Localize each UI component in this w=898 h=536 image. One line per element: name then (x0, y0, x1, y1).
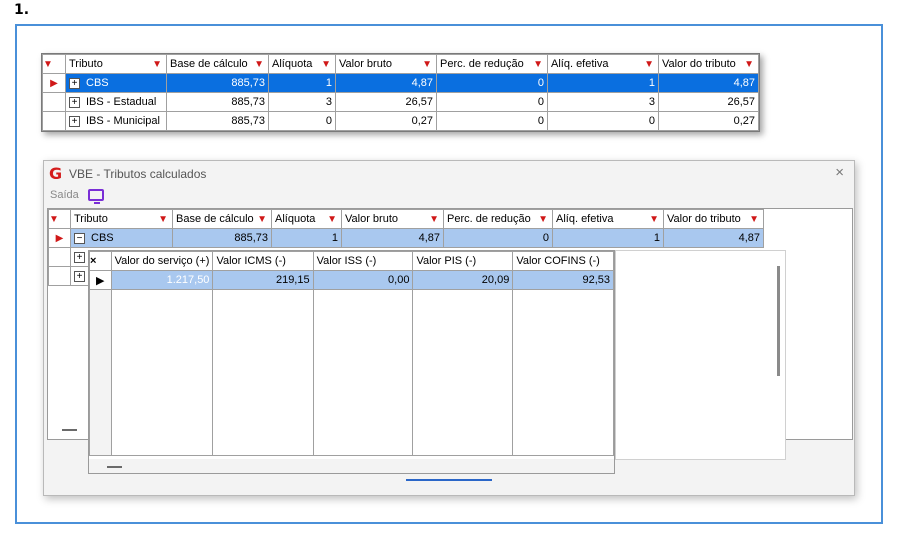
col-header-valor-bruto[interactable]: Valor bruto ▼ (335, 54, 437, 74)
close-icon[interactable]: × (835, 164, 844, 181)
row-indicator[interactable]: ▶ (42, 73, 66, 93)
expand-icon[interactable]: + (69, 96, 80, 108)
col-header-valor-servico[interactable]: Valor do serviço (+) (110, 251, 214, 271)
col-header-valor-pis[interactable]: Valor PIS (-) (412, 251, 514, 271)
right-panel (615, 250, 786, 460)
col-header-valor-iss[interactable]: Valor ISS (-) (312, 251, 414, 271)
table-row[interactable]: + IBS - Estadual 885,73 3 26,57 0 3 26,57 (42, 92, 759, 112)
detail-close-icon[interactable]: × (89, 251, 112, 271)
col-header-tributo[interactable]: Tributo ▼ (65, 54, 167, 74)
row-indicator[interactable] (42, 92, 66, 112)
bottom-tab-indicator[interactable] (406, 478, 492, 481)
top-grid: ▼ Tributo ▼ Base de cálculo ▼ Alíquota ▼ Va… (41, 53, 760, 132)
triangle-right-icon: ▶ (96, 274, 105, 287)
collapse-icon[interactable]: − (74, 232, 85, 244)
col-header-valor-bruto[interactable]: Valor bruto ▼ (341, 209, 444, 229)
row-indicator[interactable] (48, 247, 71, 267)
filter-icon[interactable]: ▼ (327, 214, 337, 225)
filter-icon[interactable]: ▼ (749, 214, 759, 225)
triangle-right-icon: ▶ (50, 78, 58, 89)
filter-icon[interactable]: ▼ (254, 59, 264, 70)
col-header-perc-reducao[interactable]: Perc. de redução ▼ (436, 54, 548, 74)
col-header-valor-tributo[interactable]: Valor do tributo ▼ (658, 54, 759, 74)
table-row[interactable]: ▶ + CBS 885,73 1 4,87 0 1 4,87 (42, 73, 759, 93)
col-header-base[interactable]: Base de cálculo ▼ (166, 54, 269, 74)
row-indicator[interactable]: ▶ (48, 228, 71, 248)
vertical-scrollbar[interactable] (777, 266, 780, 376)
row-indicator[interactable] (42, 111, 66, 131)
col-header-tributo[interactable]: Tributo ▼ (70, 209, 173, 229)
expand-icon[interactable]: + (69, 115, 80, 127)
expand-icon[interactable]: + (74, 251, 85, 263)
col-header-aliq-efetiva[interactable]: Alíq. efetiva ▼ (547, 54, 659, 74)
col-header-valor-tributo[interactable]: Valor do tributo ▼ (663, 209, 764, 229)
col-header-aliquota[interactable]: Alíquota ▼ (268, 54, 336, 74)
expand-icon[interactable]: + (74, 270, 85, 282)
header-indicator[interactable]: ▼ (48, 209, 71, 229)
col-header-valor-icms[interactable]: Valor ICMS (-) (212, 251, 314, 271)
filter-icon[interactable]: ▼ (538, 214, 548, 225)
step-label: 1. (14, 2, 30, 18)
app-logo-icon: G (49, 164, 63, 183)
filter-icon[interactable]: ▼ (422, 59, 432, 70)
filter-icon[interactable]: ▼ (533, 59, 543, 70)
filter-icon[interactable]: ▼ (152, 59, 162, 70)
expand-icon[interactable]: + (69, 77, 80, 89)
table-row[interactable]: ▶ − CBS 885,73 1 4,87 0 1 4,87 (48, 228, 764, 248)
filter-icon[interactable]: ▼ (257, 214, 267, 225)
detail-footer-minus (107, 466, 122, 468)
header-indicator[interactable]: ▼ (42, 54, 66, 74)
col-header-base[interactable]: Base de cálculo ▼ (172, 209, 272, 229)
menu-bar: Saída (44, 186, 854, 206)
triangle-right-icon: ▶ (55, 233, 64, 244)
menu-saida[interactable]: Saída (50, 189, 79, 201)
col-header-aliq-efetiva[interactable]: Alíq. efetiva ▼ (552, 209, 664, 229)
window-title: VBE - Tributos calculados (69, 167, 207, 181)
sort-down-icon: ▼ (49, 214, 59, 225)
filter-icon[interactable]: ▼ (744, 59, 754, 70)
detail-row[interactable]: ▶ 1.217,50 219,15 0,00 20,09 92,53 (89, 270, 614, 290)
row-indicator[interactable] (48, 266, 71, 286)
filter-icon[interactable]: ▼ (644, 59, 654, 70)
sort-down-icon: ▼ (43, 59, 53, 70)
title-bar: G VBE - Tributos calculados × (44, 161, 854, 185)
filter-icon[interactable]: ▼ (158, 214, 168, 225)
col-header-aliquota[interactable]: Alíquota ▼ (271, 209, 342, 229)
filter-icon[interactable]: ▼ (429, 214, 439, 225)
col-header-perc-reducao[interactable]: Perc. de redução ▼ (443, 209, 553, 229)
detail-footer-border (88, 459, 615, 474)
row-indicator[interactable]: ▶ (89, 270, 112, 290)
detail-grid: × Valor do serviço (+) Valor ICMS (-) Va… (88, 250, 615, 460)
grid-footer-minus (62, 429, 77, 431)
monitor-icon[interactable] (88, 189, 104, 204)
table-row[interactable]: + IBS - Municipal 885,73 0 0,27 0 0 0,27 (42, 111, 759, 131)
filter-icon[interactable]: ▼ (321, 59, 331, 70)
col-header-valor-cofins[interactable]: Valor COFINS (-) (512, 251, 614, 271)
detail-empty-area (89, 289, 614, 456)
filter-icon[interactable]: ▼ (649, 214, 659, 225)
